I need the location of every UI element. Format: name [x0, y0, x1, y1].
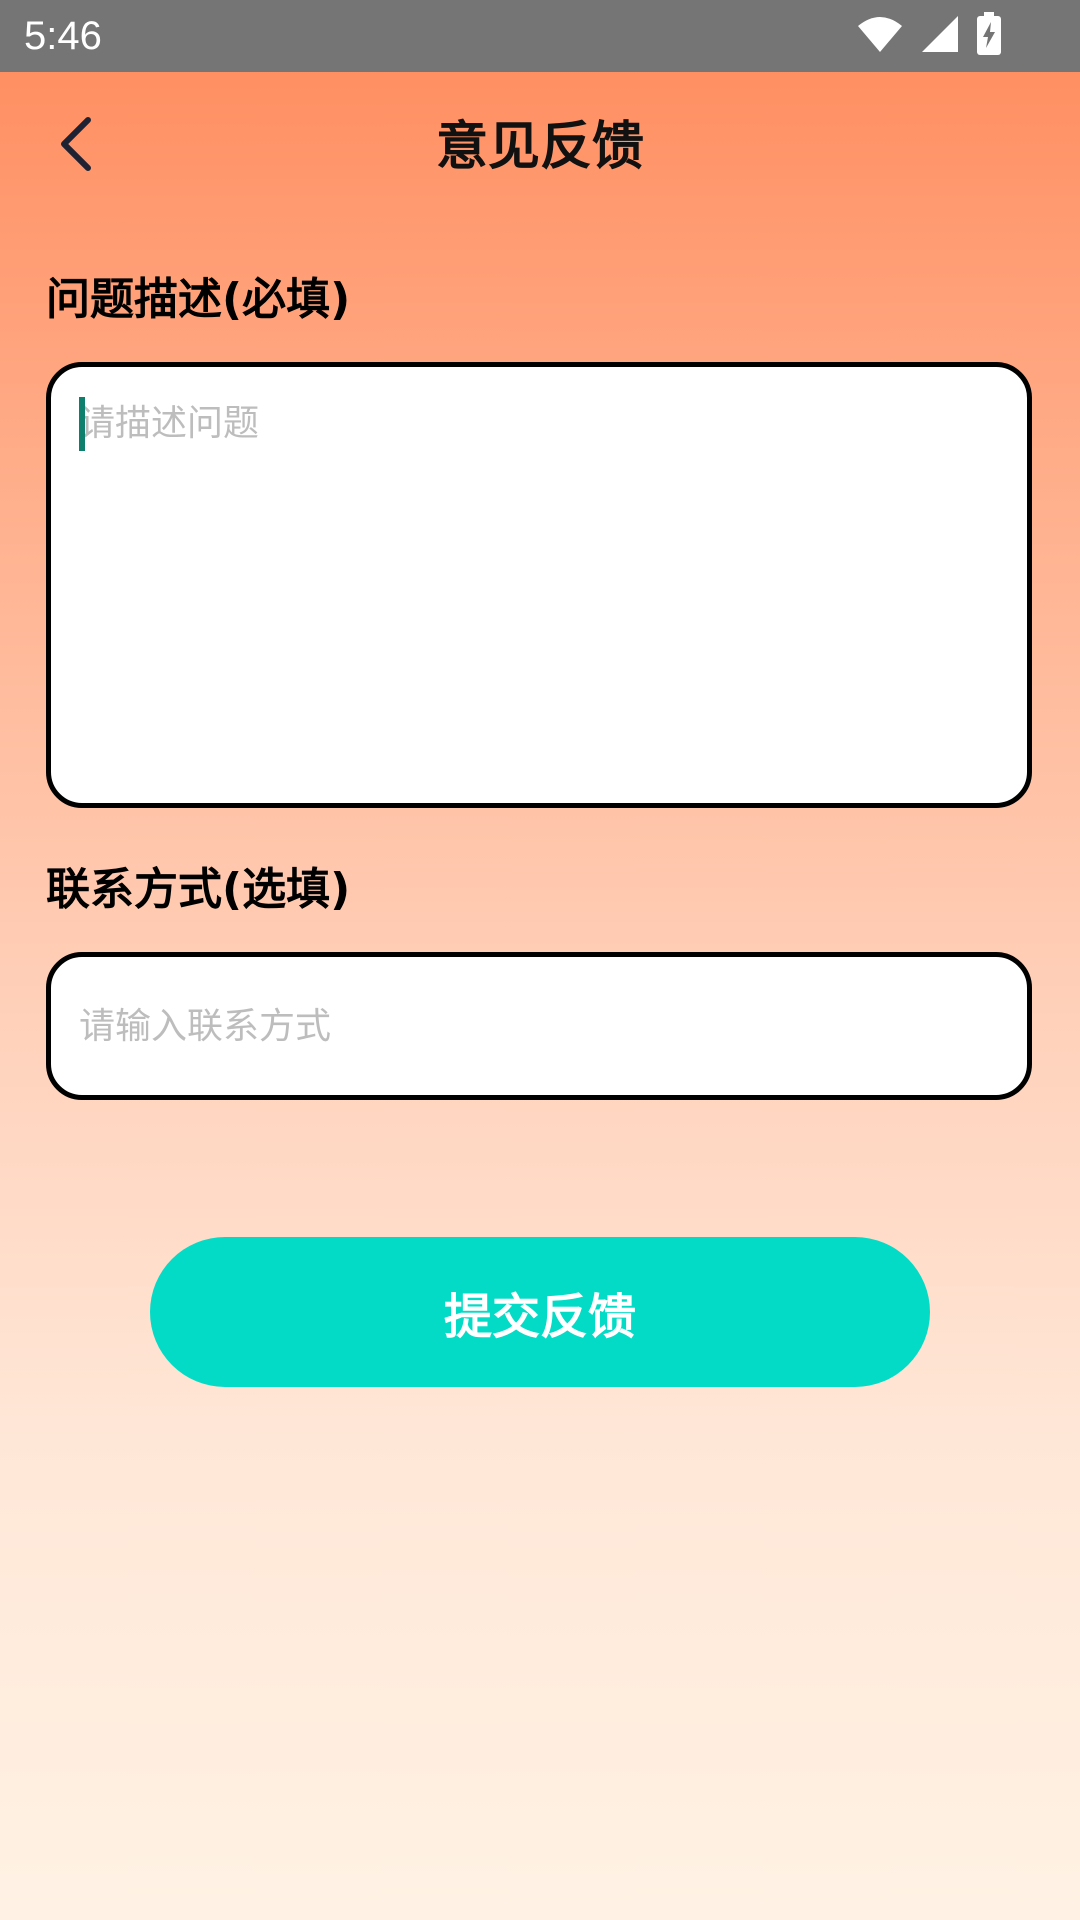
contact-field-box[interactable] [46, 952, 1032, 1100]
text-caret [79, 397, 85, 451]
wifi-icon [856, 14, 904, 58]
submit-feedback-button[interactable]: 提交反馈 [150, 1237, 930, 1387]
signal-icon [920, 14, 960, 58]
status-bar: 5:46 [0, 0, 1080, 72]
header: 意见反馈 [0, 72, 1080, 222]
status-icons [856, 12, 1002, 60]
description-textarea[interactable] [77, 397, 1001, 781]
battery-charging-icon [976, 12, 1002, 60]
status-time: 5:46 [24, 14, 102, 58]
description-label: 问题描述(必填) [46, 274, 351, 325]
description-field-box[interactable] [46, 362, 1032, 808]
contact-input[interactable] [77, 995, 1001, 1057]
contact-label: 联系方式(选填) [46, 864, 351, 915]
page-title: 意见反馈 [435, 117, 644, 177]
